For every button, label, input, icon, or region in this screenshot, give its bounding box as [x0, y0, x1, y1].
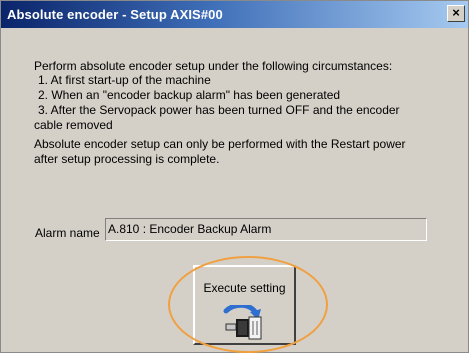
instruction-item-3-continued: cable removed — [34, 118, 113, 132]
alarm-name-field: A.810 : Encoder Backup Alarm — [105, 218, 427, 241]
close-button[interactable]: × — [447, 5, 465, 22]
encoder-setup-icon — [223, 305, 262, 340]
instruction-item-1: 1. At first start-up of the machine — [38, 73, 211, 87]
instructions-intro: Perform absolute encoder setup under the… — [34, 59, 393, 73]
close-icon: × — [452, 5, 460, 20]
alarm-name-label: Alarm name — [35, 226, 100, 240]
window-title: Absolute encoder - Setup AXIS#00 — [7, 7, 223, 22]
instruction-item-3: 3. After the Servopack power has been tu… — [38, 103, 400, 117]
dialog-window: Absolute encoder - Setup AXIS#00 × Perfo… — [0, 0, 469, 353]
execute-setting-button[interactable]: Execute setting — [193, 265, 296, 345]
instruction-item-2: 2. When an "encoder backup alarm" has be… — [38, 88, 341, 102]
setup-note-line-2: after setup processing is complete. — [34, 152, 220, 166]
title-bar[interactable]: Absolute encoder - Setup AXIS#00 × — [1, 1, 468, 28]
execute-setting-label: Execute setting — [203, 281, 286, 295]
setup-note-line-1: Absolute encoder setup can only be perfo… — [34, 137, 406, 151]
dialog-body: Perform absolute encoder setup under the… — [1, 28, 468, 353]
